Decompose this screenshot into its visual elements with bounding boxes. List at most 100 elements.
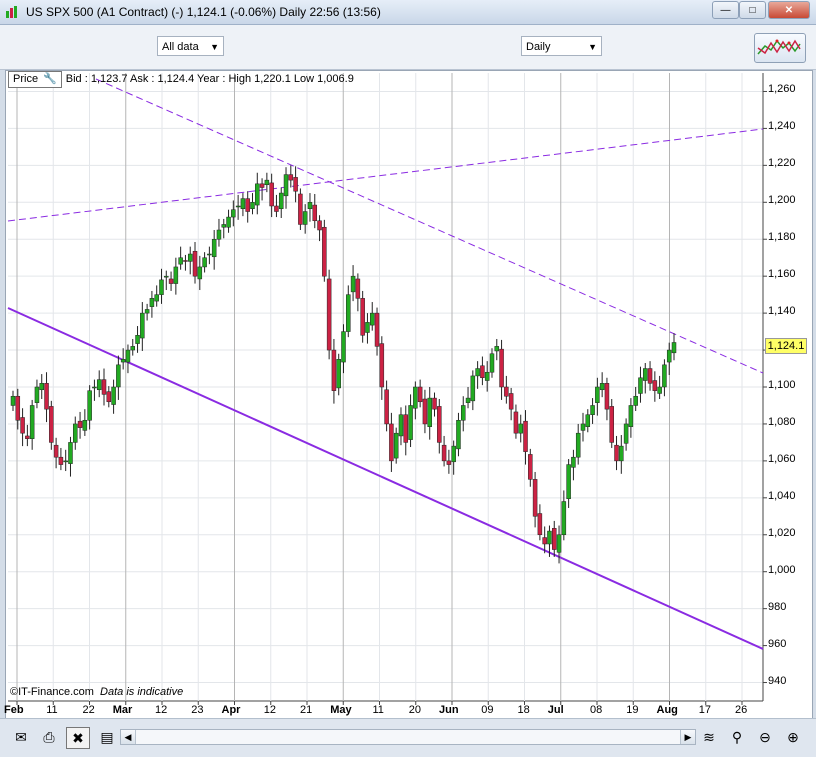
scroll-left-button[interactable]: ◀ [121, 730, 136, 744]
candle-body [552, 528, 557, 550]
chart-footer: ©IT-Finance.com Data is indicative [10, 686, 183, 698]
y-tick-label: 1,080 [768, 415, 796, 428]
indicator-small-icon[interactable]: ≋ [698, 727, 720, 747]
y-tick-label: 1,020 [768, 526, 796, 539]
candle-body [140, 312, 145, 339]
candle-body [53, 444, 59, 458]
price-type-box[interactable]: Price 🔧 [8, 70, 62, 88]
x-tick-label: 09 [481, 704, 494, 716]
app-chart-icon [6, 6, 17, 18]
candle-body [585, 414, 591, 427]
candle-body [307, 202, 313, 210]
x-tick-label: 21 [300, 704, 313, 716]
candle-body [216, 229, 222, 240]
candle-body [39, 383, 44, 391]
interval-select[interactable]: Daily ▼ [521, 36, 602, 56]
candle-body [556, 534, 562, 553]
candle-body [87, 390, 92, 421]
candle-body [154, 294, 159, 302]
candle-body [264, 179, 270, 185]
candle-body [398, 414, 404, 437]
candle-body [628, 405, 634, 427]
y-tick-label: 1,180 [768, 231, 796, 244]
candle-body [504, 386, 509, 397]
y-tick-label: 1,160 [768, 268, 796, 281]
close-button[interactable]: ✕ [768, 1, 810, 19]
candle-body [494, 346, 500, 352]
candle-body [346, 294, 351, 332]
candle-body [590, 405, 595, 415]
zoom-in-icon[interactable]: ⊕ [782, 727, 804, 747]
candle-body [293, 177, 298, 192]
candle-body [475, 368, 480, 377]
x-tick-label: 12 [155, 704, 168, 716]
indicator-button[interactable] [754, 33, 806, 63]
candle-body [518, 423, 523, 434]
x-tick-label: 17 [698, 704, 711, 716]
candle-body [580, 423, 586, 431]
zoom-fit-icon[interactable]: ⚲ [726, 727, 748, 747]
save-icon[interactable]: ▤ [96, 727, 118, 747]
candle-body [144, 309, 150, 314]
candle-body [15, 395, 21, 421]
range-select-value: All data [162, 41, 199, 53]
minimize-button[interactable]: — [712, 1, 739, 19]
candle-body [250, 202, 255, 210]
candle-body [111, 386, 116, 405]
candle-body [312, 204, 318, 222]
window-title: US SPX 500 (A1 Contract) (-) 1,124.1 (-0… [26, 5, 381, 19]
candle-body [29, 405, 35, 439]
price-chart-svg[interactable] [6, 71, 812, 719]
chart-toolbar: All data ▼ Daily ▼ [0, 25, 816, 70]
email-icon[interactable]: ✉ [10, 727, 32, 747]
candle-body [49, 406, 54, 443]
candle-body [326, 278, 332, 351]
candle-body [73, 423, 78, 443]
candle-body [662, 364, 667, 388]
erase-icon[interactable]: ✖ [66, 727, 90, 749]
bottom-toolbar: ✉ ⎙ ✖ ▤ ◀ ▶ ≋ ⚲ ⊖ ⊕ [0, 718, 816, 757]
candle-body [221, 224, 227, 228]
x-tick-label: 26 [735, 704, 748, 716]
candle-body [25, 435, 30, 439]
candle-body [470, 375, 476, 402]
range-select[interactable]: All data ▼ [157, 36, 224, 56]
zoom-out-icon[interactable]: ⊖ [754, 727, 776, 747]
y-tick-label: 1,100 [768, 379, 796, 391]
candle-body [369, 312, 375, 326]
candle-body [355, 278, 361, 299]
candle-body [159, 279, 164, 295]
candle-body [365, 322, 370, 333]
horizontal-scrollbar[interactable]: ◀ ▶ [120, 729, 696, 745]
maximize-button[interactable]: □ [739, 1, 766, 19]
candle-body [197, 266, 203, 280]
candle-body [499, 348, 504, 388]
quote-bar: Price 🔧 Bid : 1,123.7 Ask : 1,124.4 Year… [8, 70, 354, 88]
candle-body [82, 419, 88, 431]
candle-body [116, 364, 121, 388]
candle-body [168, 278, 174, 284]
candle-body [322, 226, 327, 277]
y-tick-label: 1,260 [768, 83, 796, 96]
candle-body [235, 205, 241, 208]
candle-body [274, 205, 279, 212]
candle-body [595, 386, 600, 403]
candle-body [192, 250, 198, 277]
wrench-icon[interactable]: 🔧 [43, 72, 57, 87]
candle-body [384, 389, 389, 425]
scroll-right-button[interactable]: ▶ [680, 730, 695, 744]
candle-body [202, 257, 207, 268]
x-tick-label: Apr [221, 704, 241, 716]
print-icon[interactable]: ⎙ [38, 727, 60, 747]
candle-body [389, 423, 394, 462]
candle-body [360, 298, 365, 336]
candle-body [465, 397, 471, 403]
candle-body [532, 479, 538, 517]
candle-body [417, 386, 423, 403]
candle-body [187, 253, 193, 262]
candle-body [20, 417, 25, 434]
x-tick-label: 08 [590, 704, 603, 716]
candle-body [77, 420, 83, 428]
candle-body [226, 216, 231, 228]
chart-area[interactable] [5, 70, 813, 720]
